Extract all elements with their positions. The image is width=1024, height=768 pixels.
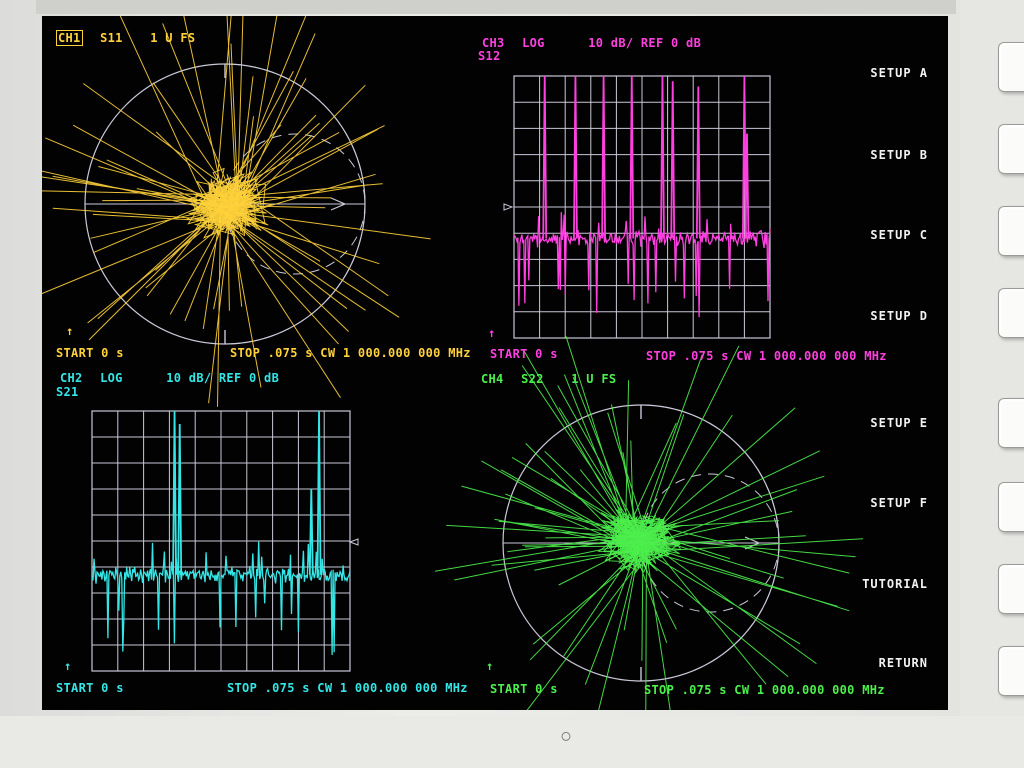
ch2-stimulus-arrow-icon: ↑ — [64, 659, 72, 673]
ch3-label[interactable]: CH3 — [482, 36, 505, 50]
hardkey-return[interactable] — [998, 646, 1024, 696]
softkey-setup-c[interactable]: SETUP C — [870, 228, 928, 242]
ch1-active-label[interactable]: CH1 — [56, 30, 83, 46]
ch1-start: START 0 s — [56, 346, 124, 360]
ch3-spike-5 — [670, 81, 676, 239]
ch3-stop: STOP .075 s CW 1 000.000 000 MHz — [646, 349, 887, 363]
analyzer-screen: CH1 S11 1 U FS ↑ START 0 s STOP .075 s C… — [42, 16, 948, 710]
ch1-format: 1 U FS — [150, 31, 196, 45]
ch3-spike-8 — [744, 133, 750, 239]
hardkey-setup-f[interactable] — [998, 482, 1024, 532]
ch2-spike-0 — [172, 410, 177, 575]
softkey-setup-b[interactable]: SETUP B — [870, 148, 928, 162]
ch3-spike-1 — [573, 75, 578, 239]
ch1-stop: STOP .075 s CW 1 000.000 000 MHz — [230, 346, 471, 360]
trace-layer — [42, 16, 864, 710]
ch3-format: LOG — [522, 36, 545, 50]
ch3-start: START 0 s — [490, 347, 558, 361]
ch3-spike-3 — [629, 75, 635, 239]
ch3-spike-6 — [695, 86, 701, 239]
bezel-top-edge — [36, 0, 956, 14]
hardkey-setup-c[interactable] — [998, 206, 1024, 256]
hardkey-tutorial[interactable] — [998, 564, 1024, 614]
ch2-parameter: S21 — [56, 385, 79, 399]
ch3-reference-marker-icon — [503, 203, 514, 211]
ch2-spike-3 — [316, 410, 322, 575]
ch3-spike-0 — [542, 75, 548, 239]
softkey-setup-a[interactable]: SETUP A — [870, 66, 928, 80]
ch3-spike-4 — [660, 75, 665, 239]
ch2-label[interactable]: CH2 — [60, 371, 83, 385]
ch2-spike-2 — [308, 488, 314, 575]
hardkey-setup-e[interactable] — [998, 398, 1024, 448]
hardkey-setup-a[interactable] — [998, 42, 1024, 92]
ch3-spike-2 — [601, 75, 606, 239]
hardkey-setup-b[interactable] — [998, 124, 1024, 174]
softkey-tutorial[interactable]: TUTORIAL — [862, 577, 928, 591]
trace-display — [42, 16, 864, 710]
hardkey-setup-d[interactable] — [998, 288, 1024, 338]
ch4-parameter: S22 — [521, 372, 544, 386]
ch2-header: CH2 LOG 10 dB/ REF 0 dB — [60, 372, 279, 385]
softkey-setup-e[interactable]: SETUP E — [870, 416, 928, 430]
ch2-start: START 0 s — [56, 681, 124, 695]
ch2-stop: STOP .075 s CW 1 000.000 000 MHz — [227, 681, 468, 695]
ch4-label[interactable]: CH4 — [481, 372, 504, 386]
ch4-stimulus-arrow-icon: ↑ — [486, 659, 494, 673]
softkey-return[interactable]: RETURN — [879, 656, 928, 670]
ch4-header: CH4 S22 1 U FS — [481, 373, 616, 386]
ch3-header: CH3 LOG 10 dB/ REF 0 dB — [482, 37, 701, 50]
ch3-stimulus-arrow-icon: ↑ — [488, 326, 496, 340]
ch4-stop: STOP .075 s CW 1 000.000 000 MHz — [644, 683, 885, 697]
ch2-scale: 10 dB/ REF 0 dB — [166, 371, 280, 385]
ch2-reference-marker-icon — [348, 538, 359, 546]
ch1-header: CH1 S11 1 U FS — [56, 30, 196, 46]
softkey-setup-f[interactable]: SETUP F — [870, 496, 928, 510]
ch3-scale: 10 dB/ REF 0 dB — [588, 36, 702, 50]
ch1-parameter: S11 — [100, 31, 123, 45]
bezel-bottom — [0, 716, 1024, 768]
ch4-format: 1 U FS — [571, 372, 617, 386]
ch4-start: START 0 s — [490, 682, 558, 696]
ch1-stimulus-arrow-icon: ↑ — [66, 324, 74, 338]
ch2-spike-1 — [177, 423, 183, 575]
softkey-setup-d[interactable]: SETUP D — [870, 309, 928, 323]
brand-logo-icon: ◯ — [561, 728, 571, 744]
ch3-parameter: S12 — [478, 49, 501, 63]
ch2-format: LOG — [100, 371, 123, 385]
